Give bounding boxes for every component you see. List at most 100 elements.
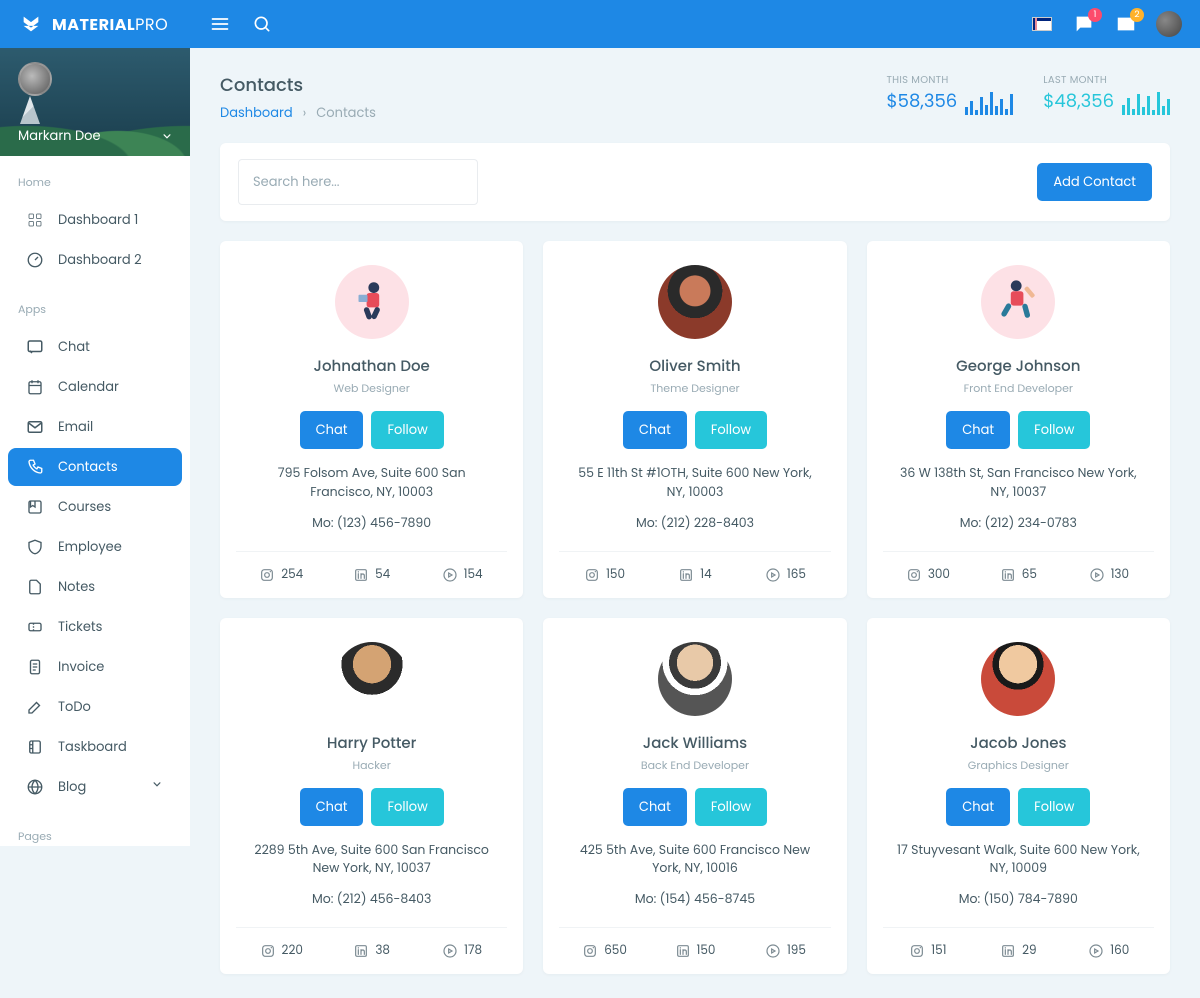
hero-user-dropdown[interactable]: Markarn Doe: [18, 126, 174, 146]
chat-button[interactable]: Chat: [946, 411, 1010, 449]
breadcrumb-link[interactable]: Dashboard: [220, 103, 293, 123]
chat-button[interactable]: Chat: [300, 411, 364, 449]
follow-button[interactable]: Follow: [1018, 411, 1090, 449]
contact-stats: 151 29 160: [883, 927, 1154, 974]
language-selector[interactable]: [1030, 12, 1054, 36]
nav-label: Courses: [58, 497, 111, 517]
contact-address: 795 Folsom Ave, Suite 600 San Francisco,…: [236, 465, 507, 503]
header-stats: THIS MONTH $58,356 LAST MONTH $48,356: [886, 72, 1170, 115]
follow-button[interactable]: Follow: [371, 788, 443, 826]
follow-button[interactable]: Follow: [371, 411, 443, 449]
contact-address: 36 W 138th St, San Francisco New York, N…: [883, 465, 1154, 503]
sidebar-item-dashboard-1[interactable]: Dashboard 1: [8, 201, 182, 239]
nav-label: Notes: [58, 577, 95, 597]
stat-last-month: LAST MONTH $48,356: [1043, 72, 1170, 115]
sidebar-item-dashboard-2[interactable]: Dashboard 2: [8, 241, 182, 279]
brand-logo[interactable]: MATERIALPRO: [0, 12, 190, 37]
bookmark-icon: [26, 498, 44, 516]
contact-phone: Mo: (212) 228-8403: [559, 515, 830, 533]
stat-linkedin: 150: [650, 928, 740, 974]
sidebar-item-calendar[interactable]: Calendar: [8, 368, 182, 406]
linkedin-icon: [353, 567, 369, 583]
nav-heading: Apps: [0, 293, 190, 326]
add-contact-button[interactable]: Add Contact: [1037, 163, 1152, 201]
stat-value: $48,356: [1043, 88, 1114, 115]
page-title: Contacts: [220, 72, 376, 99]
chat-button[interactable]: Chat: [946, 788, 1010, 826]
search-toggle[interactable]: [250, 12, 274, 36]
mail-button[interactable]: 2: [1114, 12, 1138, 36]
contact-avatar: [335, 265, 409, 339]
sidebar-item-contacts[interactable]: Contacts: [8, 448, 182, 486]
sidebar-item-todo[interactable]: ToDo: [8, 688, 182, 726]
contact-stats: 254 54 154: [236, 551, 507, 598]
stat-youtube: 165: [740, 552, 830, 598]
sidebar-item-courses[interactable]: Courses: [8, 488, 182, 526]
sidebar-item-tickets[interactable]: Tickets: [8, 608, 182, 646]
search-icon: [252, 14, 272, 34]
stat-youtube: 195: [740, 928, 830, 974]
file-icon: [26, 578, 44, 596]
instagram-icon: [582, 943, 598, 959]
stat-linkedin: 54: [326, 552, 416, 598]
topbar: MATERIALPRO 1 2: [0, 0, 1200, 48]
globe-icon: [26, 778, 44, 796]
youtube-icon: [1089, 567, 1105, 583]
chevron-down-icon: [160, 129, 174, 143]
contact-role: Web Designer: [236, 380, 507, 397]
nav-label: Tickets: [58, 617, 102, 637]
contact-phone: Mo: (154) 456-8745: [559, 891, 830, 909]
contact-avatar: [981, 642, 1055, 716]
sparkline-icon: [965, 89, 1013, 115]
contact-avatar: [981, 265, 1055, 339]
contact-card: Oliver Smith Theme Designer Chat Follow …: [543, 241, 846, 598]
contact-phone: Mo: (212) 456-8403: [236, 891, 507, 909]
sidebar-item-chat[interactable]: Chat: [8, 328, 182, 366]
linkedin-icon: [1000, 567, 1016, 583]
menu-icon: [210, 14, 230, 34]
instagram-icon: [909, 943, 925, 959]
brand-suffix: PRO: [135, 13, 168, 36]
follow-button[interactable]: Follow: [695, 788, 767, 826]
messages-button[interactable]: 1: [1072, 12, 1096, 36]
sidebar-item-notes[interactable]: Notes: [8, 568, 182, 606]
phone-icon: [26, 458, 44, 476]
user-avatar[interactable]: [1156, 11, 1182, 37]
stat-value: $58,356: [886, 88, 957, 115]
doc-icon: [26, 658, 44, 676]
follow-button[interactable]: Follow: [695, 411, 767, 449]
nav-label: Blog: [58, 777, 86, 797]
stat-youtube: 178: [417, 928, 507, 974]
chat-button[interactable]: Chat: [623, 411, 687, 449]
follow-button[interactable]: Follow: [1018, 788, 1090, 826]
sidebar-item-blog[interactable]: Blog: [8, 768, 182, 806]
chat-button[interactable]: Chat: [300, 788, 364, 826]
stat-instagram: 151: [883, 928, 973, 974]
contact-stats: 650 150 195: [559, 927, 830, 974]
sidebar-hero: Markarn Doe: [0, 48, 190, 156]
hero-avatar[interactable]: [18, 62, 52, 96]
contact-role: Front End Developer: [883, 380, 1154, 397]
contact-card: Johnathan Doe Web Designer Chat Follow 7…: [220, 241, 523, 598]
nav-label: Dashboard 2: [58, 250, 142, 270]
stat-instagram: 300: [883, 552, 973, 598]
sidebar-item-employee[interactable]: Employee: [8, 528, 182, 566]
breadcrumb: Dashboard › Contacts: [220, 103, 376, 123]
youtube-icon: [442, 943, 458, 959]
sidebar-item-email[interactable]: Email: [8, 408, 182, 446]
contact-grid: Johnathan Doe Web Designer Chat Follow 7…: [220, 241, 1170, 974]
nav-label: Chat: [58, 337, 90, 357]
stat-label: LAST MONTH: [1043, 72, 1114, 88]
stat-linkedin: 65: [973, 552, 1063, 598]
sidebar-item-invoice[interactable]: Invoice: [8, 648, 182, 686]
breadcrumb-sep: ›: [303, 103, 307, 123]
stat-instagram: 150: [559, 552, 649, 598]
contact-avatar: [658, 642, 732, 716]
sidebar-item-taskboard[interactable]: Taskboard: [8, 728, 182, 766]
contact-search-input[interactable]: [238, 159, 478, 205]
menu-toggle[interactable]: [208, 12, 232, 36]
instagram-icon: [260, 943, 276, 959]
instagram-icon: [906, 567, 922, 583]
chat-button[interactable]: Chat: [623, 788, 687, 826]
nav-heading: Pages: [0, 820, 190, 846]
